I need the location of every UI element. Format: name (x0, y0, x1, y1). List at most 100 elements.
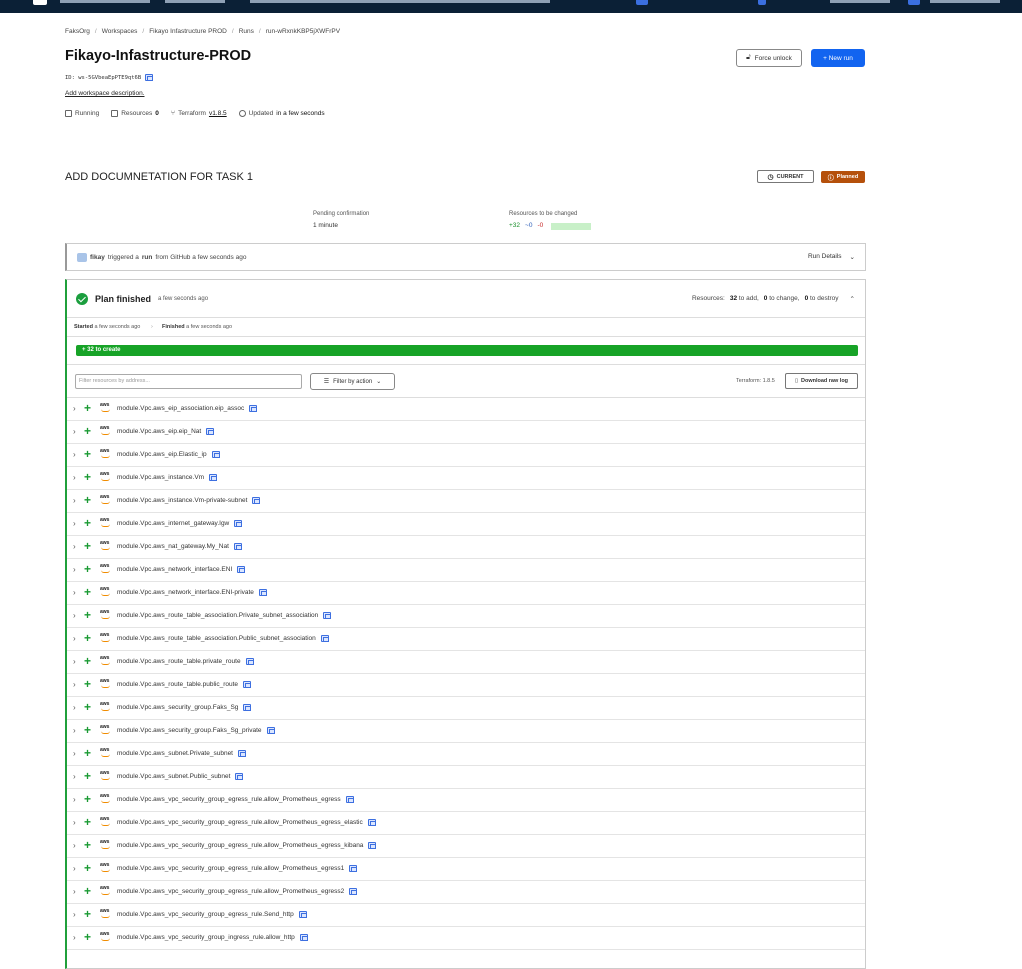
chevron-right-icon[interactable]: › (73, 703, 76, 712)
copy-icon[interactable] (345, 796, 354, 803)
chevron-right-icon[interactable]: › (73, 910, 76, 919)
chevron-right-icon[interactable]: › (73, 542, 76, 551)
filter-by-action-button[interactable]: ☰ Filter by action ⌄ (310, 373, 395, 390)
chevron-right-icon[interactable]: › (73, 588, 76, 597)
copy-icon[interactable] (238, 750, 246, 757)
resource-row[interactable]: › + aws module.Vpc.aws_eip.eip_Nat (67, 421, 865, 444)
breadcrumb-workspaces[interactable]: Workspaces (102, 28, 138, 35)
chevron-right-icon[interactable]: › (73, 634, 76, 643)
resource-row[interactable]: › + aws module.Vpc.aws_instance.Vm-private-… (67, 490, 865, 513)
chevron-right-icon[interactable]: › (73, 519, 76, 528)
force-unlock-button[interactable]: 🔓︎ Force unlock (736, 49, 802, 67)
copy-icon[interactable] (349, 888, 358, 895)
copy-icon[interactable] (349, 865, 358, 872)
copy-icon[interactable] (323, 612, 332, 619)
copy-icon[interactable] (298, 911, 307, 918)
copy-icon[interactable] (249, 405, 258, 412)
nav-item[interactable] (60, 0, 150, 3)
resource-row[interactable]: › + aws module.Vpc.aws_route_table_associat… (67, 628, 865, 651)
resource-row[interactable]: › + aws module.Vpc.aws_security_group.Faks_… (67, 697, 865, 720)
copy-icon[interactable] (367, 819, 376, 826)
copy-icon[interactable] (320, 635, 329, 642)
resource-row[interactable]: › + aws module.Vpc.aws_subnet.Private_subne… (67, 743, 865, 766)
chevron-right-icon[interactable]: › (73, 887, 76, 896)
chevron-right-icon[interactable]: › (73, 427, 76, 436)
resource-row[interactable]: › + aws module.Vpc.aws_vpc_security_group_e… (67, 881, 865, 904)
chevron-right-icon[interactable]: › (73, 565, 76, 574)
resource-row[interactable]: › + aws module.Vpc.aws_route_table_associat… (67, 605, 865, 628)
resource-row[interactable]: › + aws module.Vpc.aws_route_table.private_… (67, 651, 865, 674)
resource-row[interactable]: › + aws module.Vpc.aws_vpc_security_group_e… (67, 904, 865, 927)
resource-row[interactable]: › + aws module.Vpc.aws_security_group.Faks_… (67, 720, 865, 743)
chevron-right-icon[interactable]: › (73, 933, 76, 942)
new-run-button[interactable]: + New run (811, 49, 865, 67)
breadcrumb-org[interactable]: FaksOrg (65, 28, 90, 35)
terraform-version-link[interactable]: v1.8.5 (209, 110, 227, 117)
chevron-right-icon[interactable]: › (73, 818, 76, 827)
copy-icon[interactable] (145, 74, 154, 81)
chevron-right-icon[interactable]: › (73, 841, 76, 850)
nav-item[interactable] (830, 0, 890, 3)
resource-row[interactable]: › + aws module.Vpc.aws_eip_association.eip_… (67, 398, 865, 421)
run-details-toggle[interactable]: Run Details ⌄ (808, 253, 855, 261)
copy-icon[interactable] (209, 474, 218, 481)
chevron-right-icon[interactable]: › (73, 473, 76, 482)
resource-row[interactable]: › + aws module.Vpc.aws_vpc_security_group_e… (67, 858, 865, 881)
add-description-link[interactable]: Add workspace description. (65, 90, 145, 97)
copy-icon[interactable] (368, 842, 377, 849)
resource-row[interactable]: › + aws module.Vpc.aws_network_interface.EN… (67, 582, 865, 605)
resource-row[interactable]: › + aws module.Vpc.aws_instance.Vm (67, 467, 865, 490)
chevron-right-icon[interactable]: › (73, 404, 76, 413)
breadcrumb-workspace[interactable]: Fikayo Infastructure PROD (149, 28, 227, 35)
resource-row[interactable]: › + aws module.Vpc.aws_internet_gateway.Igw (67, 513, 865, 536)
plan-header[interactable]: Plan finished a few seconds ago Resource… (67, 280, 865, 318)
chevron-right-icon[interactable]: › (73, 726, 76, 735)
chevron-right-icon[interactable]: › (73, 749, 76, 758)
breadcrumb-runs[interactable]: Runs (239, 28, 254, 35)
chevron-right-icon[interactable]: › (73, 611, 76, 620)
chevron-right-icon[interactable]: › (73, 864, 76, 873)
copy-icon[interactable] (245, 658, 254, 665)
resource-row[interactable]: › + aws module.Vpc.aws_route_table.public_r… (67, 674, 865, 697)
download-raw-log-button[interactable]: ▯ Download raw log (785, 373, 858, 389)
chevron-right-icon[interactable]: › (73, 496, 76, 505)
app-icon[interactable] (33, 0, 47, 5)
resource-row[interactable]: › + aws module.Vpc.aws_network_interface.EN… (67, 559, 865, 582)
copy-icon[interactable] (243, 704, 252, 711)
nav-item[interactable] (250, 0, 550, 3)
copy-icon[interactable] (211, 451, 220, 458)
chevron-right-icon[interactable]: › (73, 680, 76, 689)
copy-icon[interactable] (235, 773, 244, 780)
copy-icon[interactable] (252, 497, 261, 504)
copy-icon[interactable] (237, 566, 246, 573)
nav-icon[interactable] (908, 0, 920, 5)
resource-row[interactable]: › + aws module.Vpc.aws_vpc_security_group_i… (67, 927, 865, 950)
copy-icon[interactable] (266, 727, 275, 734)
chevron-right-icon[interactable]: › (73, 772, 76, 781)
resource-row[interactable]: › + aws module.Vpc.aws_vpc_security_group_e… (67, 835, 865, 858)
trigger-run-link[interactable]: run (142, 254, 152, 261)
resource-row[interactable]: › + aws module.Vpc.aws_eip.Elastic_ip (67, 444, 865, 467)
copy-icon[interactable] (233, 543, 242, 550)
resource-row[interactable]: › + aws module.Vpc.aws_vpc_security_group_e… (67, 789, 865, 812)
resource-row[interactable]: › + aws module.Vpc.aws_subnet.Public_subnet (67, 766, 865, 789)
resource-address: module.Vpc.aws_vpc_security_group_egress… (117, 911, 307, 918)
resource-row[interactable]: › + aws module.Vpc.aws_vpc_security_group_e… (67, 812, 865, 835)
copy-icon[interactable] (258, 589, 267, 596)
create-summary-bar[interactable]: + 32 to create (76, 345, 858, 356)
chevron-right-icon[interactable]: › (73, 657, 76, 666)
copy-icon[interactable] (243, 681, 252, 688)
chevron-right-icon[interactable]: › (73, 450, 76, 459)
nav-icon[interactable] (636, 0, 648, 5)
filter-resources-input[interactable]: Filter resources by address... (75, 374, 302, 389)
chevron-right-icon[interactable]: › (73, 795, 76, 804)
nav-item[interactable] (165, 0, 225, 3)
nav-icon[interactable] (758, 0, 766, 5)
resource-row[interactable]: › + aws module.Vpc.aws_nat_gateway.My_Nat (67, 536, 865, 559)
nav-item[interactable] (930, 0, 1000, 3)
copy-icon[interactable] (299, 934, 308, 941)
trigger-user[interactable]: fikay (90, 254, 105, 261)
chevron-up-icon[interactable]: ⌃ (850, 295, 855, 303)
copy-icon[interactable] (234, 520, 243, 527)
copy-icon[interactable] (206, 428, 215, 435)
